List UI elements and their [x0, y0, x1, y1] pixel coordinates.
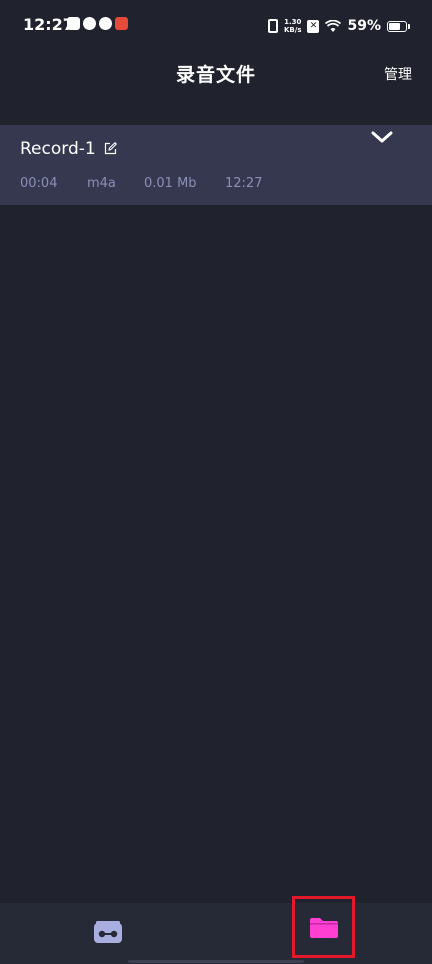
folder-icon: [310, 918, 338, 938]
tiktok-notification-icon: [99, 17, 112, 30]
battery-fill: [389, 22, 400, 30]
screen: 12:27 1.30 KB/s ✕ 59% 录音文件 管理 Record-1 0…: [0, 0, 432, 964]
chevron-down-icon[interactable]: [370, 129, 394, 145]
network-speed-value: 1.30: [284, 18, 302, 26]
record-size: 0.01 Mb: [144, 176, 197, 191]
edit-icon[interactable]: [104, 142, 117, 155]
battery-tip: [408, 23, 410, 29]
bottom-nav: [0, 896, 432, 964]
record-name: Record-1: [20, 139, 96, 159]
nav-files-tab[interactable]: [292, 896, 355, 958]
page-title: 录音文件: [175, 64, 256, 86]
battery-icon: [387, 20, 407, 32]
recorder-icon: [94, 921, 122, 943]
status-indicators: 1.30 KB/s ✕ 59%: [268, 16, 410, 36]
manage-button[interactable]: 管理: [384, 64, 412, 84]
record-time: 12:27: [225, 176, 263, 191]
status-bar: 12:27 1.30 KB/s ✕ 59%: [0, 0, 432, 52]
record-item[interactable]: Record-1 00:04 m4a 0.01 Mb 12:27: [0, 125, 432, 205]
shopping-notification-icon: [115, 17, 128, 30]
record-meta: 00:04 m4a 0.01 Mb 12:27: [20, 176, 262, 191]
record-duration: 00:04: [20, 176, 58, 191]
wifi-icon: [325, 19, 342, 32]
header: 录音文件 管理: [0, 52, 432, 96]
battery-percent: 59%: [347, 18, 381, 34]
record-format: m4a: [87, 176, 116, 191]
store-notification-icon: [67, 17, 80, 30]
app-notification-icon: [83, 17, 96, 30]
nav-recorder-tab[interactable]: [90, 917, 126, 945]
vibrate-icon: [268, 19, 278, 33]
home-indicator: [128, 960, 304, 963]
notification-icons: [67, 17, 128, 30]
no-sim-icon: ✕: [307, 19, 320, 33]
network-speed-unit: KB/s: [284, 26, 302, 34]
network-speed: 1.30 KB/s: [284, 18, 301, 34]
